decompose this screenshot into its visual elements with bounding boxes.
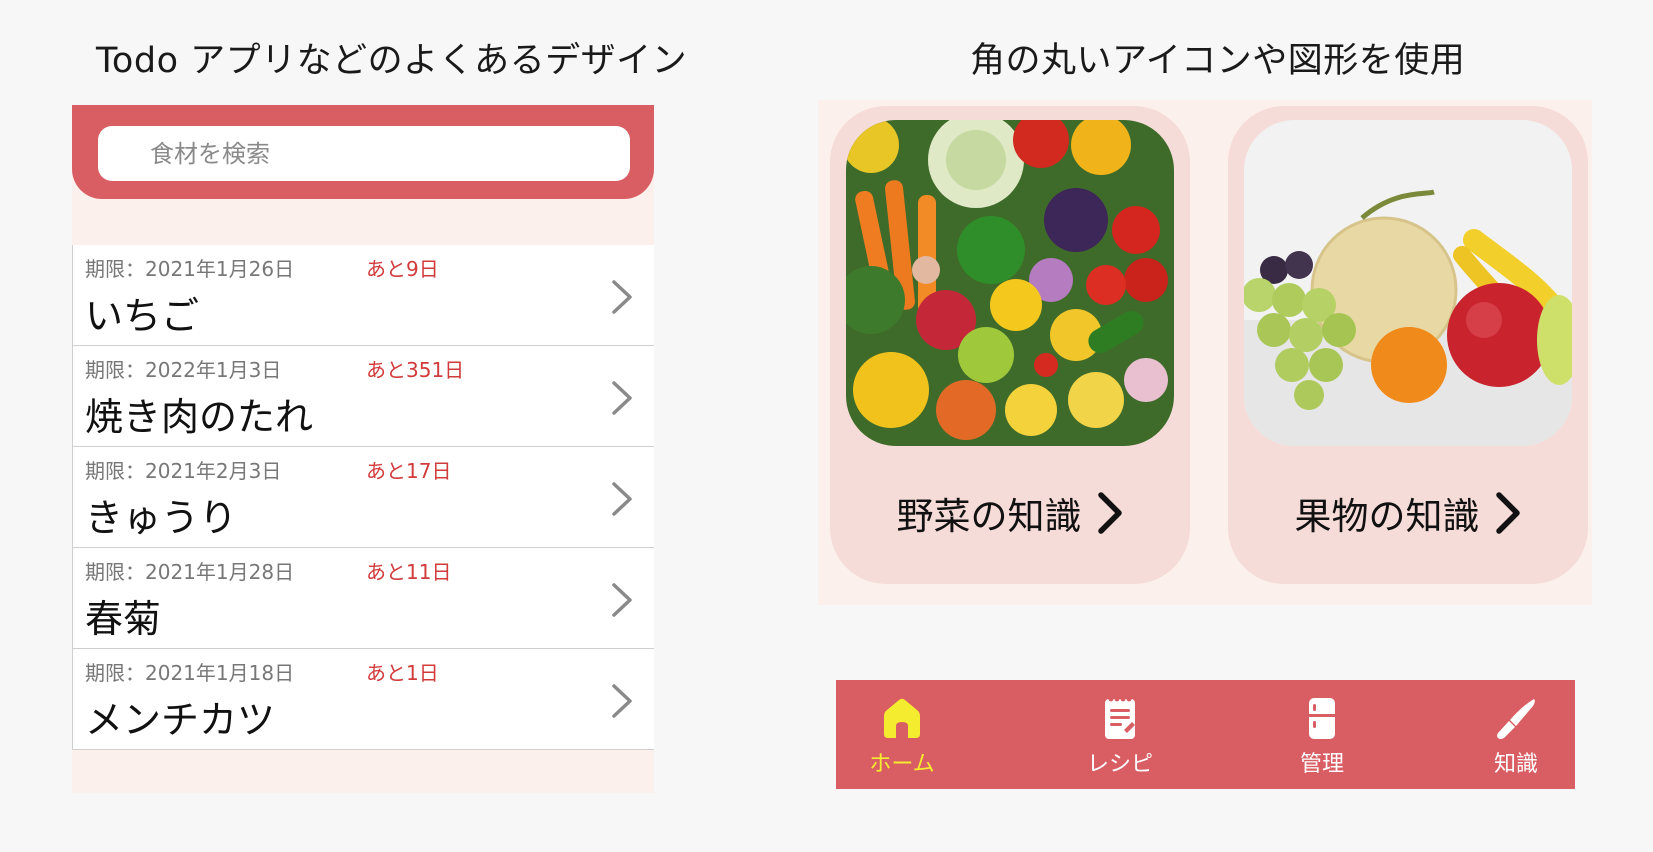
food-name: いちご [85, 294, 200, 338]
search-input[interactable] [98, 126, 630, 181]
list-item[interactable]: 期限：2021年1月18日 あと1日 メンチカツ [72, 649, 654, 750]
vegetable-card-label-row: 野菜の知識 [830, 486, 1190, 540]
chevron-right-icon [1097, 492, 1122, 534]
remaining-days-text: あと9日 [366, 257, 439, 281]
nav-item-home[interactable]: ホーム [842, 680, 962, 789]
remaining-days-text: あと1日 [366, 661, 439, 685]
chevron-right-icon [1495, 492, 1520, 534]
chevron-right-icon [612, 280, 632, 314]
nav-item-knowledge[interactable]: 知識 [1456, 680, 1576, 789]
fruit-knowledge-card[interactable]: 果物の知識 [1228, 106, 1588, 584]
deadline-text: 期限：2022年1月3日 [85, 358, 282, 382]
vegetable-knowledge-card[interactable]: 野菜の知識 [830, 106, 1190, 584]
vegetables-image [846, 120, 1174, 446]
search-header [72, 105, 654, 199]
list-item[interactable]: 期限：2022年1月3日 あと351日 焼き肉のたれ [72, 346, 654, 447]
bottom-navigation-bar: ホーム レシピ 管理 知識 [836, 680, 1575, 789]
nav-label-recipe: レシピ [1086, 752, 1153, 777]
knowledge-cards-panel: 野菜の知識 果物の知識 [818, 100, 1592, 605]
nav-label-knowledge: 知識 [1493, 752, 1538, 777]
nav-label-manage: 管理 [1299, 752, 1344, 777]
deadline-text: 期限：2021年1月26日 [85, 257, 295, 281]
right-section-heading: 角の丸いアイコンや図形を使用 [970, 41, 1466, 81]
vegetable-card-label: 野菜の知識 [896, 495, 1082, 538]
knife-icon [1497, 699, 1535, 739]
list-item[interactable]: 期限：2021年1月28日 あと11日 春菊 [72, 548, 654, 649]
remaining-days-text: あと17日 [366, 459, 452, 483]
food-name: 春菊 [85, 597, 162, 641]
chevron-right-icon [612, 381, 632, 415]
food-name: きゅうり [85, 496, 238, 540]
notepad-icon [1105, 696, 1135, 739]
deadline-text: 期限：2021年2月3日 [85, 459, 282, 483]
deadline-text: 期限：2021年1月18日 [85, 661, 295, 685]
nav-item-recipe[interactable]: レシピ [1060, 680, 1180, 789]
deadline-text: 期限：2021年1月28日 [85, 560, 295, 584]
todo-app-panel: 期限：2021年1月26日 あと9日 いちご 期限：2022年1月3日 あと35… [72, 105, 654, 793]
remaining-days-text: あと11日 [366, 560, 452, 584]
list-item[interactable]: 期限：2021年2月3日 あと17日 きゅうり [72, 447, 654, 548]
chevron-right-icon [612, 482, 632, 516]
remaining-days-text: あと351日 [366, 358, 465, 382]
fruit-card-label: 果物の知識 [1294, 495, 1480, 538]
chevron-right-icon [612, 583, 632, 617]
nav-item-manage[interactable]: 管理 [1262, 680, 1382, 789]
list-item[interactable]: 期限：2021年1月26日 あと9日 いちご [72, 245, 654, 346]
left-section-heading: Todo アプリなどのよくあるデザイン [96, 41, 688, 81]
home-icon [884, 698, 920, 738]
fridge-icon [1309, 698, 1335, 739]
fruit-card-label-row: 果物の知識 [1228, 486, 1588, 540]
food-name: メンチカツ [85, 698, 276, 742]
food-name: 焼き肉のたれ [85, 395, 314, 439]
food-list: 期限：2021年1月26日 あと9日 いちご 期限：2022年1月3日 あと35… [72, 245, 654, 750]
nav-label-home: ホーム [869, 752, 935, 777]
chevron-right-icon [612, 684, 632, 718]
fruits-image [1244, 120, 1572, 446]
